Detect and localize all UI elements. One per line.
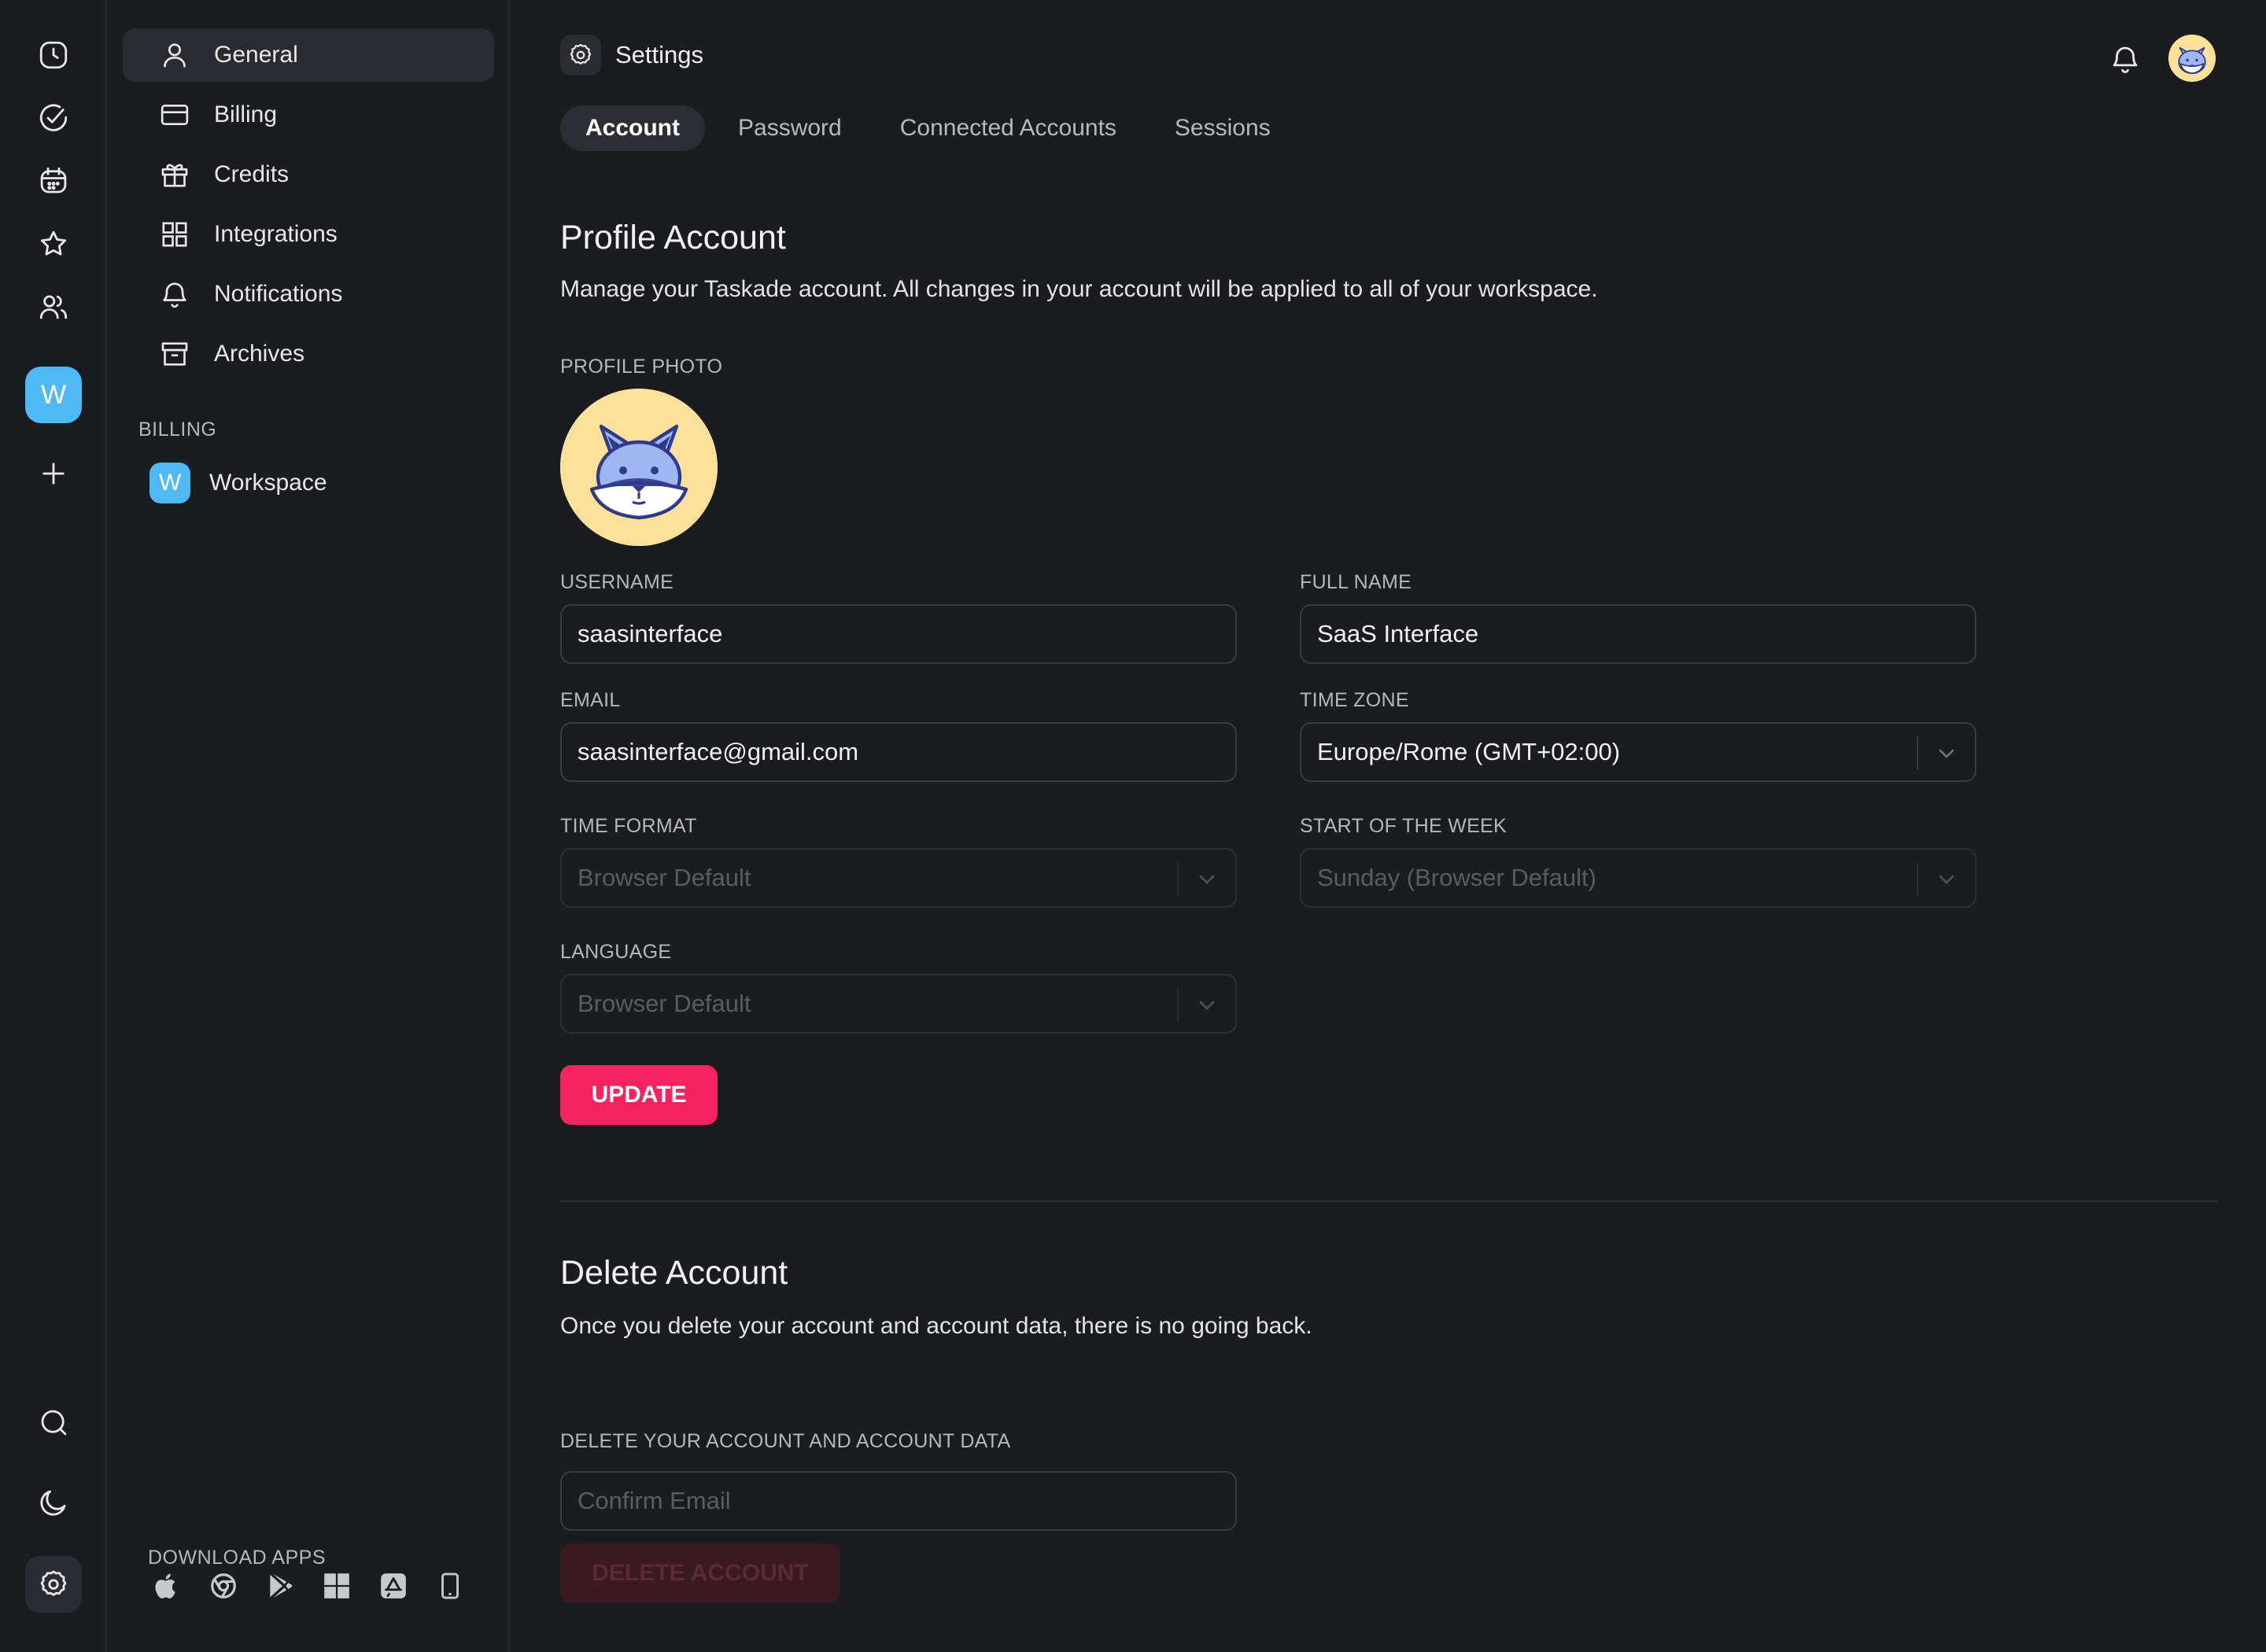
- username-field[interactable]: saasinterface: [560, 604, 1237, 664]
- confirm-email-input[interactable]: [560, 1471, 1237, 1531]
- sidebar-item-label: Integrations: [214, 221, 338, 247]
- email-label: EMAIL: [560, 689, 621, 711]
- chevron-down-icon: [1939, 749, 1954, 758]
- star-icon[interactable]: [25, 216, 82, 272]
- username-value: saasinterface: [578, 620, 723, 647]
- sidebar-item-label: Credits: [214, 161, 290, 187]
- sidebar-item-general[interactable]: General: [123, 28, 494, 82]
- moon-icon[interactable]: [25, 1474, 82, 1531]
- language-value: Browser Default: [578, 990, 751, 1017]
- fullname-label: FULL NAME: [1300, 571, 1412, 593]
- download-apps-list: [148, 1567, 469, 1605]
- weekstart-value: Sunday (Browser Default): [1317, 864, 1596, 891]
- select-separator: [1177, 862, 1179, 895]
- timeformat-value: Browser Default: [578, 864, 751, 891]
- sidebar-item-label: Workspace: [209, 470, 327, 496]
- credit-card-icon: [161, 105, 189, 125]
- fullname-value: SaaS Interface: [1317, 620, 1479, 647]
- username-label: USERNAME: [560, 571, 674, 593]
- timezone-label: TIME ZONE: [1300, 689, 1409, 711]
- sidebar-item-billing[interactable]: Billing: [123, 88, 494, 142]
- app-store-icon[interactable]: [375, 1567, 412, 1605]
- confirm-email-textbox[interactable]: [578, 1487, 1235, 1515]
- weekstart-label: START OF THE WEEK: [1300, 815, 1508, 837]
- profile-section-title: Profile Account: [560, 219, 786, 256]
- notifications-bell-icon[interactable]: [2109, 41, 2142, 77]
- apple-icon[interactable]: [148, 1567, 186, 1605]
- clock-icon[interactable]: [25, 27, 82, 83]
- workspace-badge: W: [149, 463, 190, 503]
- gift-icon: [161, 164, 188, 187]
- select-separator: [1177, 988, 1179, 1021]
- sidebar-item-archives[interactable]: Archives: [123, 327, 494, 381]
- icon-rail: W: [0, 0, 107, 1652]
- timezone-select[interactable]: Europe/Rome (GMT+02:00): [1300, 722, 1976, 782]
- user-icon: [164, 43, 186, 68]
- windows-icon[interactable]: [318, 1567, 356, 1605]
- timezone-value: Europe/Rome (GMT+02:00): [1317, 738, 1621, 765]
- sidebar-item-label: General: [214, 42, 298, 68]
- chevron-down-icon: [1939, 875, 1954, 884]
- user-avatar[interactable]: [2168, 35, 2216, 82]
- chrome-icon[interactable]: [205, 1567, 242, 1605]
- calendar-icon[interactable]: [25, 153, 82, 209]
- email-value: saasinterface@gmail.com: [578, 738, 859, 765]
- timeformat-label: TIME FORMAT: [560, 815, 697, 837]
- tab-sessions[interactable]: Sessions: [1150, 105, 1296, 151]
- section-divider: [560, 1200, 2217, 1202]
- grid-icon: [162, 222, 187, 247]
- select-separator: [1917, 736, 1918, 769]
- profile-section-description: Manage your Taskade account. All changes…: [560, 276, 1598, 302]
- page-header: Settings: [560, 35, 703, 76]
- sidebar-item-credits[interactable]: Credits: [123, 148, 494, 201]
- language-select[interactable]: Browser Default: [560, 974, 1237, 1034]
- download-apps-heading: DOWNLOAD APPS: [148, 1547, 326, 1569]
- workspace-avatar[interactable]: W: [25, 367, 82, 423]
- sidebar-item-notifications[interactable]: Notifications: [123, 267, 494, 321]
- tab-account[interactable]: Account: [560, 105, 705, 151]
- google-play-icon[interactable]: [261, 1567, 299, 1605]
- billing-section-heading: BILLING: [138, 419, 217, 441]
- settings-gear-icon: [560, 35, 601, 76]
- profile-photo[interactable]: [560, 389, 718, 546]
- mobile-icon[interactable]: [431, 1567, 469, 1605]
- settings-tabs: Account Password Connected Accounts Sess…: [560, 105, 1304, 151]
- update-button[interactable]: UPDATE: [560, 1065, 718, 1125]
- delete-section-title: Delete Account: [560, 1254, 788, 1292]
- chevron-down-icon: [1199, 1001, 1215, 1010]
- sidebar-item-label: Notifications: [214, 281, 343, 307]
- language-label: LANGUAGE: [560, 941, 672, 963]
- sidebar-item-label: Archives: [214, 341, 305, 367]
- select-separator: [1917, 862, 1918, 895]
- delete-section-description: Once you delete your account and account…: [560, 1313, 1312, 1339]
- sidebar-item-workspace[interactable]: W Workspace: [123, 456, 494, 510]
- search-icon[interactable]: [25, 1394, 82, 1451]
- plus-icon[interactable]: [25, 445, 82, 502]
- chevron-down-icon: [1199, 875, 1215, 884]
- email-field[interactable]: saasinterface@gmail.com: [560, 722, 1237, 782]
- users-icon[interactable]: [25, 278, 82, 335]
- fullname-field[interactable]: SaaS Interface: [1300, 604, 1976, 664]
- weekstart-select[interactable]: Sunday (Browser Default): [1300, 848, 1976, 908]
- delete-account-button[interactable]: DELETE ACCOUNT: [560, 1543, 840, 1603]
- settings-sidebar: General Billing Credits Integrations Not…: [107, 0, 510, 1652]
- delete-confirm-label: DELETE YOUR ACCOUNT AND ACCOUNT DATA: [560, 1430, 1011, 1452]
- page-title: Settings: [615, 41, 704, 68]
- archive-icon: [161, 342, 188, 366]
- profile-photo-label: PROFILE PHOTO: [560, 356, 723, 378]
- timeformat-select[interactable]: Browser Default: [560, 848, 1237, 908]
- bell-icon: [163, 282, 186, 308]
- sidebar-item-integrations[interactable]: Integrations: [123, 208, 494, 261]
- tab-password[interactable]: Password: [713, 105, 867, 151]
- tab-connected-accounts[interactable]: Connected Accounts: [875, 105, 1142, 151]
- main-content: Settings Account Password Connected Acco…: [511, 0, 2266, 1652]
- check-circle-icon[interactable]: [25, 90, 82, 146]
- gear-icon[interactable]: [25, 1556, 82, 1613]
- sidebar-item-label: Billing: [214, 101, 278, 127]
